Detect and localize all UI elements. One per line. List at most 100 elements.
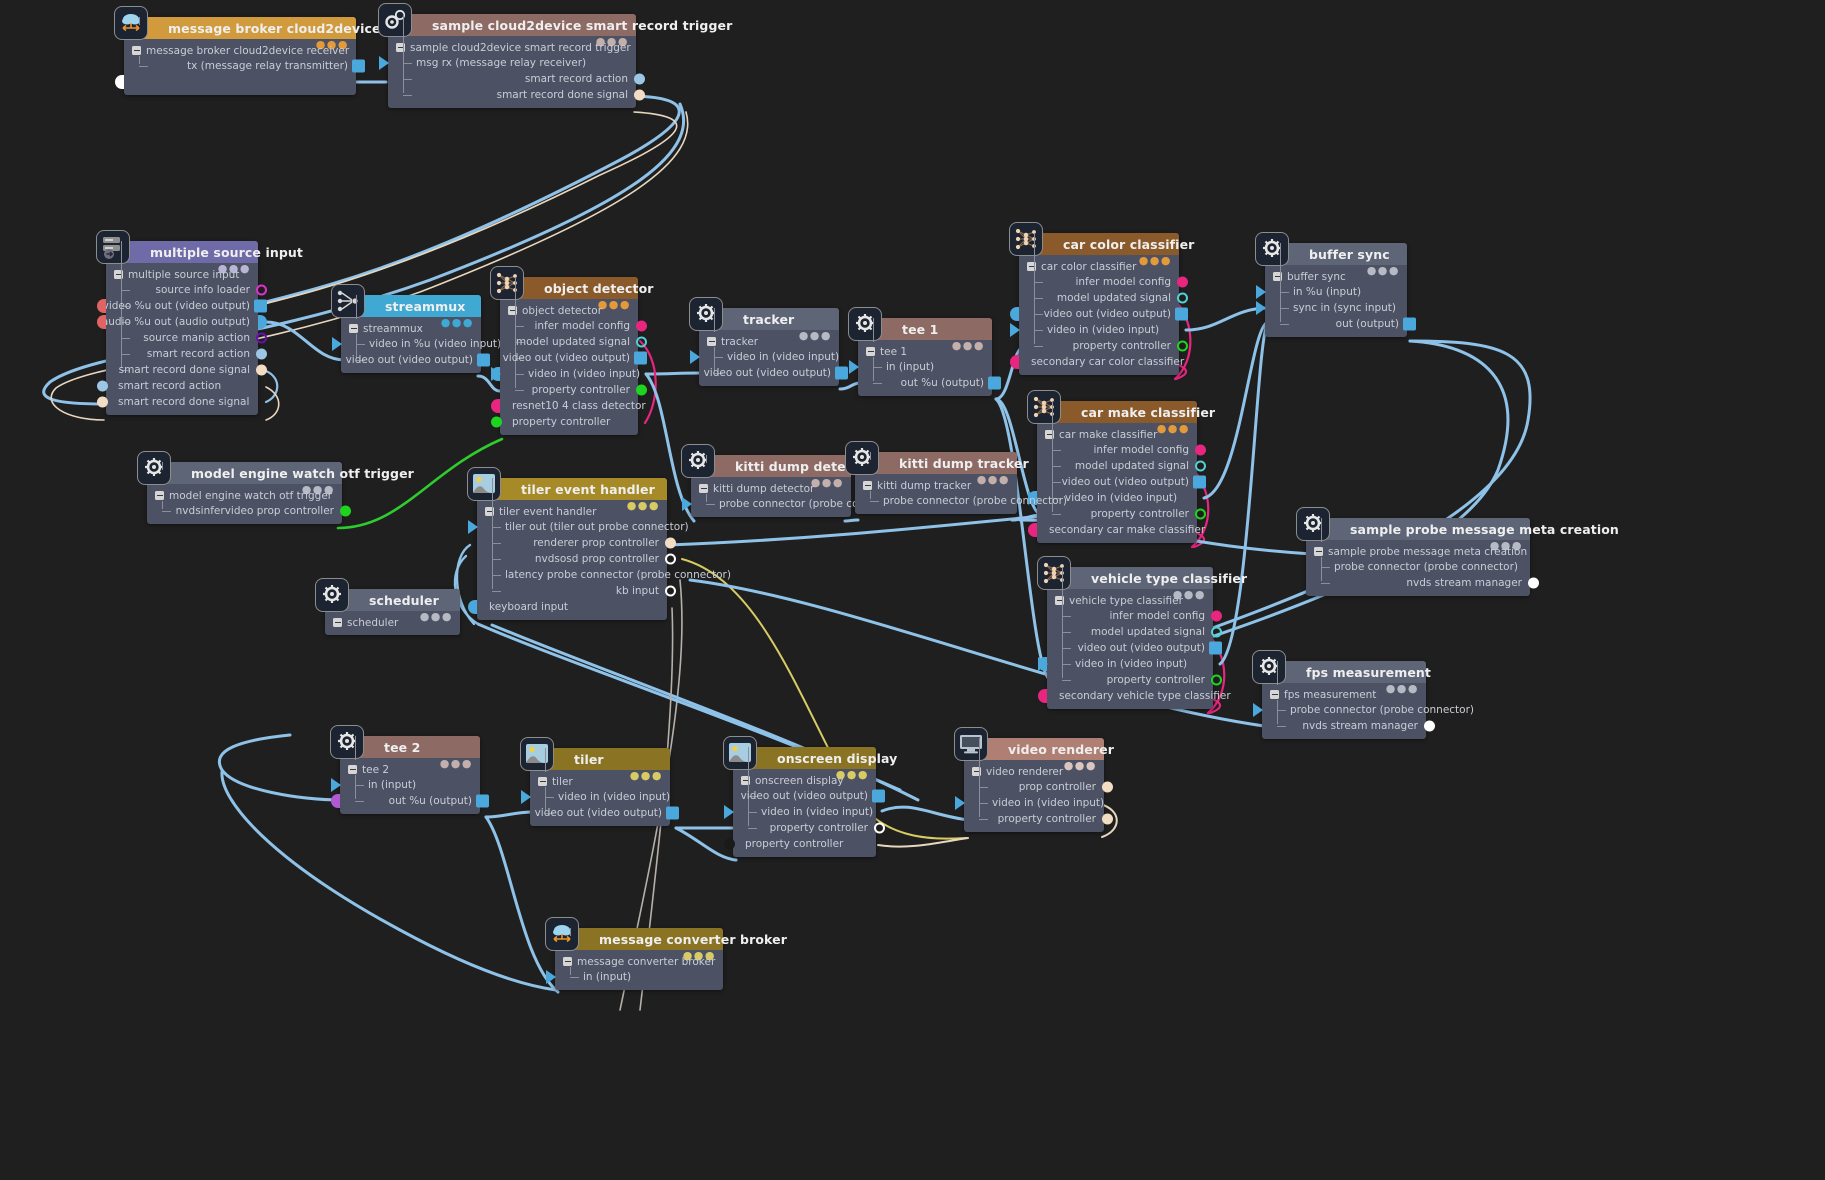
node-group-row[interactable]: tiler event handler [477,504,667,519]
node-header-object-detector[interactable]: object detector [490,266,653,300]
port-out[interactable] [1195,444,1206,456]
port-row[interactable]: property controller [1019,338,1188,354]
node-group-row[interactable]: scheduler [325,615,460,630]
port-out[interactable] [874,822,885,834]
port-row-flat[interactable]: secondary car make classifier [1028,522,1205,538]
port-row[interactable]: sync in (sync input) [1256,300,1407,316]
port-left[interactable] [97,299,106,313]
port-row[interactable]: nvds stream manager [1306,575,1539,591]
node-tiler[interactable]: tiler ●●● tiler video in (video input) video… [520,737,679,826]
port-in[interactable] [468,520,478,534]
port-row-flat[interactable]: secondary car color classifier [1010,354,1184,370]
port-out[interactable] [835,366,848,380]
port-row[interactable]: nvds stream manager [1262,718,1435,734]
port-in[interactable] [955,796,965,810]
port-row[interactable]: in (input) [331,777,480,793]
port-row[interactable]: probe connector (probe connector) [682,496,903,512]
port-out[interactable] [1195,508,1206,520]
port-row[interactable]: infer model config [1047,608,1222,624]
port-in[interactable] [682,497,692,511]
port-row-flat[interactable] [115,74,356,90]
port-in[interactable] [1010,323,1020,337]
port-left[interactable] [331,794,340,808]
port-row[interactable]: in (input) [546,969,723,985]
port-row[interactable]: video in %u (video input) [332,336,501,352]
port-out[interactable] [1177,340,1188,352]
port-row[interactable]: video out (video output) [1037,474,1206,490]
node-sample-cloud2device-smart-record-trigger[interactable]: sample cloud2device smart record trigger… [378,3,732,108]
node-header-model-engine-watch-otf-trigger[interactable]: model engine watch otf trigger [137,451,414,485]
port-out[interactable] [256,332,267,344]
collapse-icon[interactable] [1270,690,1279,699]
port-out[interactable] [340,505,351,517]
port-in[interactable] [379,56,389,70]
port-out[interactable] [256,364,267,376]
port-in[interactable] [724,805,734,819]
port-row[interactable]: kb input [477,583,676,599]
node-tee-2[interactable]: tee 2 ●●● tee 2 in (input) out %u (output) [330,725,489,814]
port-out[interactable] [476,794,489,808]
port-out[interactable] [636,336,647,348]
node-group-row[interactable]: tee 2 [340,762,480,777]
port-row-flat[interactable]: smart record action [97,378,258,394]
port-in[interactable] [491,399,500,413]
node-car-color-classifier[interactable]: car color classifier ●●● car color classif… [1009,222,1194,375]
port-out[interactable] [1211,610,1222,622]
node-header-tiler[interactable]: tiler [520,737,670,771]
port-in[interactable] [546,970,556,984]
port-row[interactable]: tx (message relay transmitter) [124,58,365,74]
node-group-row[interactable]: car make classifier [1037,427,1197,442]
node-streammux[interactable]: streammux ●●● streammux video in %u (video … [331,284,501,373]
port-out[interactable] [636,384,647,396]
node-group-row[interactable]: model engine watch otf trigger [147,488,342,503]
port-out[interactable] [256,348,267,360]
port-row[interactable]: model updated signal [1037,458,1206,474]
node-group-row[interactable]: vehicle type classifier [1047,593,1213,608]
port-out[interactable] [1211,626,1222,638]
port-row-flat[interactable]: property controller [724,836,876,852]
port-in[interactable] [491,416,502,428]
node-tracker[interactable]: tracker ●●● tracker video in (video input) v… [689,297,848,386]
port-out[interactable] [1102,781,1113,793]
node-header-tracker[interactable]: tracker [689,297,839,331]
collapse-icon[interactable] [699,484,708,493]
port-row-flat[interactable]: property controller [491,414,638,430]
node-header-fps-measurement[interactable]: fps measurement [1252,650,1431,684]
port-out[interactable] [1102,813,1113,825]
port-row[interactable]: video out (video output) [341,352,490,368]
port-in[interactable] [331,778,341,792]
node-header-scheduler[interactable]: scheduler [315,578,460,612]
node-header-tee-1[interactable]: tee 1 [848,307,992,341]
node-group-row[interactable]: multiple source input [106,267,258,282]
port-row[interactable]: video out (video output) [1047,640,1222,656]
port-out[interactable] [1424,720,1435,732]
port-out[interactable] [665,585,676,597]
port-row[interactable]: video in (video input) [955,795,1104,811]
port-row[interactable]: property controller [964,811,1113,827]
port-out[interactable] [636,320,647,332]
port-row[interactable]: tiler out (tiler out probe connector) [468,519,689,535]
port-in[interactable] [1028,523,1037,537]
port-row[interactable]: source manip action [106,330,267,346]
port-out[interactable] [254,299,267,313]
port-out[interactable] [258,315,267,329]
port-out[interactable] [665,553,676,565]
port-out[interactable] [1209,641,1222,655]
node-group-row[interactable]: message converter broker [555,954,723,969]
node-header-vehicle-type-classifier[interactable]: vehicle type classifier [1037,556,1247,590]
port-out[interactable] [665,537,676,549]
port-row[interactable]: audio %u out (audio output) [97,314,267,330]
collapse-icon[interactable] [155,491,164,500]
node-group-row[interactable]: tee 1 [858,344,992,359]
port-row[interactable]: video %u out (video output) [97,298,267,314]
port-row[interactable]: out %u (output) [858,375,1001,391]
port-row[interactable]: video in (video input) [521,789,670,805]
node-buffer-sync[interactable]: buffer sync ●●● buffer sync in %u (input) sy… [1255,232,1416,337]
port-in[interactable] [690,350,700,364]
port-out[interactable] [477,353,490,367]
port-row[interactable]: nvdsinfervideo prop controller [147,503,351,519]
port-row[interactable]: in %u (input) [1256,284,1407,300]
node-header-kitti-dump-tracker[interactable]: kitti dump tracker [845,441,1029,475]
node-group-row[interactable]: car color classifier [1019,259,1179,274]
node-header-sample-probe-message-meta-creation[interactable]: sample probe message meta creation [1296,507,1619,541]
